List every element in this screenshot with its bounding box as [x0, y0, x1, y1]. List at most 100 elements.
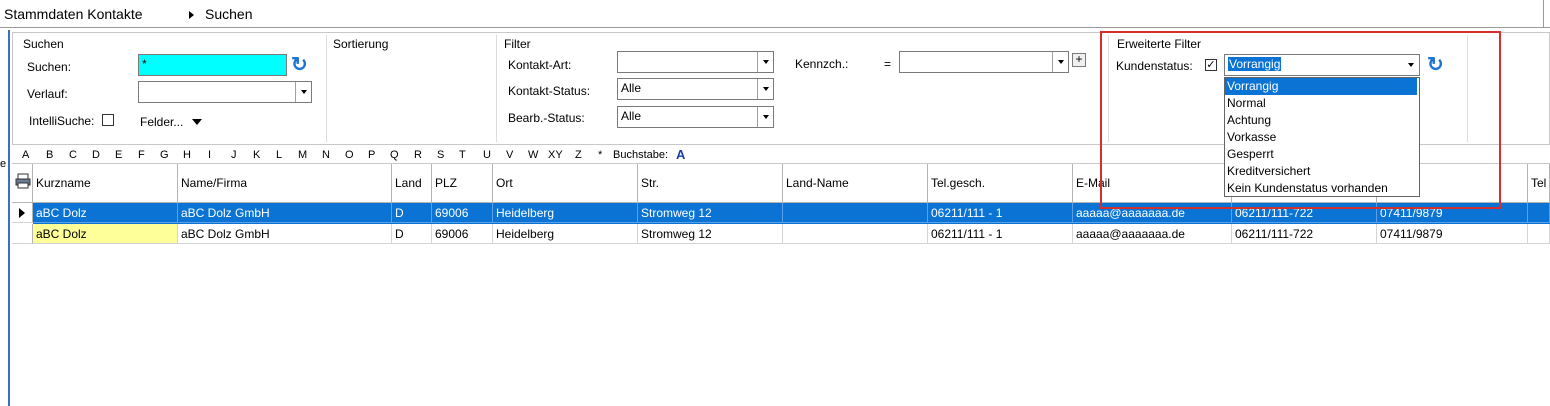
table-cell[interactable]: 06211/111 - 1 [928, 224, 1073, 244]
alphabet-letter[interactable]: U [483, 149, 491, 161]
search-label: Suchen: [27, 60, 72, 74]
filter-group-title: Filter [504, 37, 531, 51]
table-cell[interactable]: Stromweg 12 [638, 203, 783, 223]
alphabet-letter[interactable]: P [368, 149, 375, 161]
row-header[interactable] [12, 224, 33, 244]
alphabet-letter[interactable]: V [506, 149, 513, 161]
alphabet-letter[interactable]: Z [575, 149, 582, 161]
table-cell[interactable]: D [392, 203, 432, 223]
alphabet-letter[interactable]: B [46, 149, 53, 161]
alphabet-letter[interactable]: T [459, 149, 466, 161]
column-header[interactable]: Land [392, 164, 432, 203]
contact-type-label: Kontakt-Art: [508, 58, 572, 72]
alphabet-letter[interactable]: O [345, 149, 354, 161]
title-bar: Stammdaten Kontakte Suchen [0, 0, 1550, 28]
table-cell[interactable]: aBC Dolz GmbH [178, 203, 392, 223]
table-row[interactable]: aBC Dolz aBC Dolz GmbH D 69006 Heidelberg Str… [33, 224, 1550, 245]
search-group-title: Suchen [23, 37, 64, 51]
table-cell[interactable]: Heidelberg [493, 224, 638, 244]
column-header[interactable]: Str. [638, 164, 783, 203]
alphabet-letter[interactable]: * [598, 149, 602, 161]
grid-corner [12, 164, 33, 203]
breadcrumb-arrow-icon [189, 11, 194, 19]
alphabet-letter[interactable]: M [298, 149, 307, 161]
contact-status-select[interactable]: Alle [617, 78, 774, 100]
chevron-down-icon[interactable] [757, 79, 773, 99]
table-cell[interactable] [1528, 224, 1550, 244]
intelli-checkbox[interactable] [102, 114, 114, 126]
chevron-down-icon[interactable] [1052, 52, 1068, 72]
row-header[interactable] [12, 203, 33, 223]
table-cell[interactable]: Heidelberg [493, 203, 638, 223]
printer-icon[interactable] [15, 173, 31, 189]
mark-operator: = [884, 57, 892, 71]
refresh-icon[interactable]: ↻ [291, 55, 308, 75]
alphabet-letter[interactable]: A [22, 149, 29, 161]
edit-status-value: Alle [621, 109, 642, 123]
table-cell[interactable]: 69006 [432, 224, 493, 244]
column-header[interactable]: PLZ [432, 164, 493, 203]
alphabet-letter[interactable]: K [253, 149, 260, 161]
alphabet-letter[interactable]: XY [548, 149, 563, 161]
alphabet-letter[interactable]: S [437, 149, 444, 161]
alphabet-letter[interactable]: E [115, 149, 122, 161]
table-cell[interactable]: aBC Dolz GmbH [178, 224, 392, 244]
history-label: Verlauf: [27, 87, 68, 101]
buchstabe-label: Buchstabe: [613, 149, 669, 161]
chevron-down-icon[interactable] [757, 107, 773, 127]
table-cell[interactable]: 06211/111 - 1 [928, 203, 1073, 223]
window-title: Stammdaten Kontakte [4, 6, 143, 22]
table-cell[interactable]: 69006 [432, 203, 493, 223]
history-select-value [139, 82, 295, 102]
mark-select[interactable] [899, 51, 1069, 73]
alphabet-letter[interactable]: I [208, 149, 211, 161]
table-cell[interactable]: aBC Dolz [33, 203, 178, 223]
column-header[interactable]: Tel.gesch. [928, 164, 1073, 203]
column-header[interactable]: Tel [1528, 164, 1550, 203]
edit-status-label: Bearb.-Status: [508, 111, 585, 125]
column-header[interactable]: Land-Name [783, 164, 928, 203]
sort-group [327, 35, 497, 142]
alphabet-letter[interactable]: W [528, 149, 538, 161]
table-cell[interactable]: 06211/111-722 [1232, 224, 1377, 244]
contact-type-select[interactable] [617, 51, 774, 73]
table-cell[interactable] [783, 203, 928, 223]
alphabet-letter[interactable]: D [92, 149, 100, 161]
alphabet-letter[interactable]: C [69, 149, 77, 161]
alphabet-letter[interactable]: L [276, 149, 282, 161]
add-mark-button[interactable]: + [1072, 53, 1086, 67]
alphabet-letter[interactable]: G [160, 149, 169, 161]
buchstabe-value: A [676, 147, 686, 162]
table-cell[interactable] [783, 224, 928, 244]
alphabet-letter[interactable]: F [138, 149, 145, 161]
annotation-highlight-box [1100, 31, 1501, 209]
alphabet-letter[interactable]: N [322, 149, 330, 161]
alphabet-letter[interactable]: Q [390, 149, 399, 161]
table-cell[interactable] [1528, 203, 1550, 223]
search-input-value: * [142, 57, 147, 71]
sort-group-title: Sortierung [333, 37, 389, 51]
fields-dropdown-icon[interactable] [192, 119, 202, 125]
table-cell[interactable]: 07411/9879 [1377, 224, 1528, 244]
chevron-down-icon[interactable] [757, 52, 773, 72]
column-header[interactable]: Name/Firma [178, 164, 392, 203]
left-edge-fragment: e [0, 158, 7, 170]
alphabet-letter[interactable]: H [183, 149, 191, 161]
history-select[interactable] [138, 81, 312, 103]
chevron-down-icon[interactable] [295, 82, 311, 102]
table-cell[interactable]: aaaaa@aaaaaaa.de [1073, 224, 1232, 244]
alphabet-letter[interactable]: R [414, 149, 422, 161]
contact-status-label: Kontakt-Status: [508, 84, 591, 98]
intelli-label: IntelliSuche: [29, 114, 95, 128]
title-bar-divider [1543, 0, 1544, 28]
column-header[interactable]: Ort [493, 164, 638, 203]
column-header[interactable]: Kurzname [33, 164, 178, 203]
search-input[interactable]: * [138, 54, 287, 76]
current-row-arrow-icon [19, 208, 25, 218]
edit-status-select[interactable]: Alle [617, 106, 774, 128]
table-cell[interactable]: Stromweg 12 [638, 224, 783, 244]
fields-button-label[interactable]: Felder... [140, 115, 183, 129]
table-cell[interactable]: D [392, 224, 432, 244]
alphabet-letter[interactable]: J [231, 149, 237, 161]
table-cell[interactable]: aBC Dolz [33, 224, 178, 244]
